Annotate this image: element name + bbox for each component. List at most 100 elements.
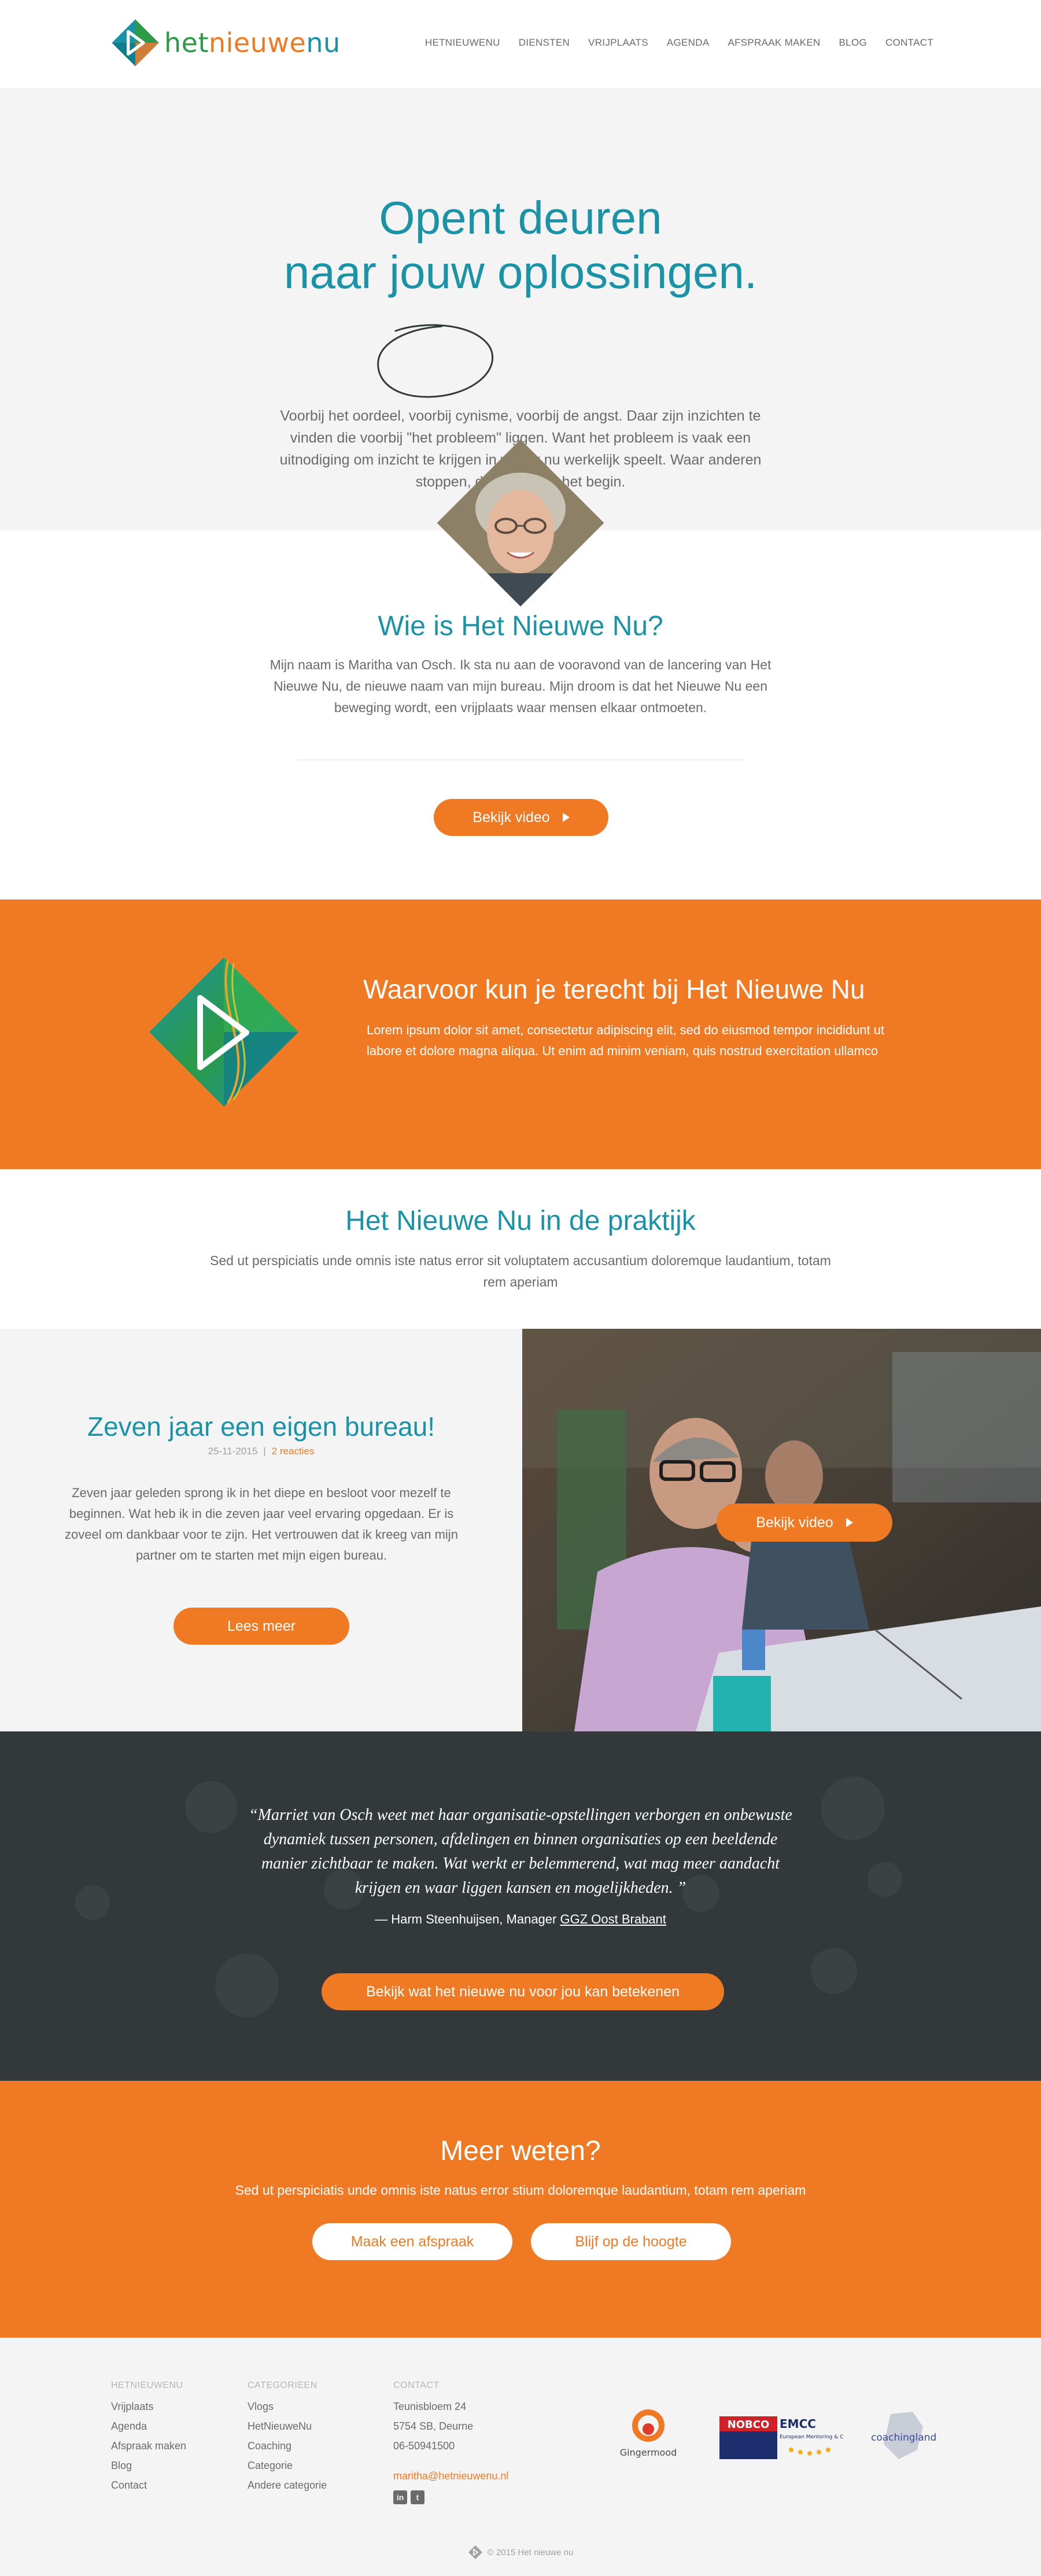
- coachingland-label: coachingland: [871, 2432, 936, 2444]
- site-footer: HETNIEUWENU Vrijplaats Agenda Afspraak m…: [0, 2338, 1041, 2576]
- bekijk-wat-button[interactable]: Bekijk wat het nieuwe nu voor jou kan be…: [322, 1973, 724, 2010]
- footer-link-blog[interactable]: Blog: [111, 2456, 186, 2475]
- bekijk-video-button[interactable]: Bekijk video: [434, 799, 608, 836]
- footer-logo-icon: [468, 2545, 482, 2559]
- praktijk-text: Sed ut perspiciatis unde omnis iste natu…: [210, 1253, 831, 1289]
- play-icon: [562, 813, 570, 822]
- bekijk-video-label: Bekijk video: [472, 809, 550, 826]
- waarvoor-title: Waarvoor kun je terecht bij Het Nieuwe N…: [363, 974, 865, 1004]
- copyright: © 2015 Het nieuwe nu: [0, 2545, 1041, 2560]
- partner-gingermood[interactable]: Gingermood: [617, 2406, 680, 2464]
- footer-link-andere-categorie[interactable]: Andere categorie: [248, 2475, 327, 2495]
- footer-col-heading: HETNIEUWENU: [111, 2380, 183, 2390]
- brand-diamond-icon: [149, 957, 298, 1107]
- emcc-logo-icon: EMCC European Mentoring & Coaching Counc…: [780, 2417, 885, 2456]
- play-icon: [846, 1518, 853, 1527]
- blog-post-section: Zeven jaar een eigen bureau! 25-11-2015 |…: [0, 1329, 1041, 1731]
- footer-phone: 06-50941500: [393, 2440, 455, 2452]
- nav-afspraak-maken[interactable]: AFSPRAAK MAKEN: [728, 37, 820, 49]
- partner-emcc[interactable]: EMCC European Mentoring & Coaching Counc…: [780, 2415, 885, 2464]
- client-logo-ghost-icon: [821, 1777, 885, 1840]
- post-meta-separator: |: [263, 1446, 266, 1457]
- testimonial-section: “Marriet van Osch weet met haar organisa…: [0, 1731, 1041, 2081]
- nav-blog[interactable]: BLOG: [839, 37, 867, 49]
- post-reactions-link[interactable]: 2 reacties: [272, 1446, 315, 1457]
- hero-title-jouw: jouw: [389, 246, 485, 298]
- footer-link-contact[interactable]: Contact: [111, 2475, 186, 2495]
- photo-bekijk-video-label: Bekijk video: [756, 1514, 833, 1531]
- footer-col-hetnieuwenu: HETNIEUWENU Vrijplaats Agenda Afspraak m…: [111, 2380, 186, 2495]
- logo-text-nu: nu: [306, 27, 341, 58]
- footer-col-heading: CONTACT: [393, 2380, 440, 2390]
- meer-weten-title: Meer weten?: [440, 2136, 601, 2166]
- maak-een-afspraak-button[interactable]: Maak een afspraak: [312, 2223, 512, 2260]
- client-logo-ghost-icon: [811, 1948, 857, 1994]
- praktijk-section: Het Nieuwe Nu in de praktijk Sed ut pers…: [0, 1169, 1041, 1329]
- praktijk-title: Het Nieuwe Nu in de praktijk: [345, 1206, 696, 1236]
- quote-author: — Harm Steenhuijsen, Manager GGZ Oost Br…: [0, 1912, 1041, 1927]
- footer-link-categorie[interactable]: Categorie: [248, 2456, 327, 2475]
- main-nav: HETNIEUWENU DIENSTEN VRIJPLAATS AGENDA A…: [407, 37, 933, 49]
- emcc-sub-label: European Mentoring & Coaching Council: [780, 2434, 843, 2440]
- gingermood-logo-icon: Gingermood: [620, 2409, 677, 2458]
- gingermood-label: Gingermood: [620, 2447, 677, 2458]
- nav-vrijplaats[interactable]: VRIJPLAATS: [588, 37, 648, 49]
- footer-link-coaching[interactable]: Coaching: [248, 2436, 327, 2456]
- footer-link-afspraak-maken[interactable]: Afspraak maken: [111, 2436, 186, 2456]
- post-content: Zeven jaar een eigen bureau! 25-11-2015 |…: [0, 1329, 522, 1731]
- footer-col-categorieen: CATEGORIEEN Vlogs HetNieuweNu Coaching C…: [248, 2380, 327, 2495]
- hero-title-end: oplossingen.: [497, 246, 758, 298]
- photo-bekijk-video-button[interactable]: Bekijk video: [717, 1503, 892, 1542]
- hero-title-naar: naar: [283, 246, 376, 298]
- meer-weten-text: Sed ut perspiciatis unde omnis iste natu…: [235, 2183, 806, 2198]
- hand-drawn-circle-icon: [377, 324, 494, 398]
- hero-title-line1: Opent deuren: [379, 192, 662, 244]
- footer-col-heading: CATEGORIEEN: [248, 2380, 318, 2390]
- who-section: Wie is Het Nieuwe Nu? Mijn naam is Marit…: [0, 439, 1041, 900]
- logo-text-nieuwe: nieuwe: [209, 27, 307, 58]
- footer-link-hetnieuwenu[interactable]: HetNieuweNu: [248, 2416, 327, 2436]
- nav-agenda[interactable]: AGENDA: [667, 37, 710, 49]
- hero-title: Opent deuren naar jouw oplossingen.: [0, 191, 1041, 300]
- who-title: Wie is Het Nieuwe Nu?: [378, 611, 663, 642]
- post-meta: 25-11-2015 | 2 reacties: [0, 1446, 522, 1457]
- logo-mark-icon: [112, 19, 159, 67]
- coachingland-logo-icon: coachingland: [871, 2412, 936, 2459]
- emcc-label: EMCC: [780, 2417, 816, 2431]
- copyright-text: © 2015 Het nieuwe nu: [487, 2547, 574, 2557]
- footer-address-city: 5754 SB, Deurne: [393, 2420, 474, 2432]
- nobco-logo-icon: NOBCO: [719, 2416, 777, 2459]
- footer-col-contact: CONTACT Teunisbloem 24 5754 SB, Deurne 0…: [393, 2380, 508, 2504]
- partner-nobco[interactable]: NOBCO: [719, 2416, 777, 2462]
- footer-email-link[interactable]: maritha@hetnieuwenu.nl: [393, 2466, 508, 2486]
- twitter-icon[interactable]: t: [411, 2490, 424, 2504]
- footer-link-vlogs[interactable]: Vlogs: [248, 2397, 327, 2416]
- meer-weten-section: Meer weten? Sed ut perspiciatis unde omn…: [0, 2081, 1041, 2338]
- nav-diensten[interactable]: DIENSTEN: [519, 37, 570, 49]
- who-text: Mijn naam is Maritha van Osch. Ik sta nu…: [270, 657, 771, 715]
- post-excerpt: Zeven jaar geleden sprong ik in het diep…: [65, 1486, 458, 1562]
- partner-coachingland[interactable]: coachingland: [868, 2409, 943, 2464]
- waarvoor-section: Waarvoor kun je terecht bij Het Nieuwe N…: [0, 900, 1041, 1169]
- footer-social: in t: [393, 2490, 508, 2504]
- footer-spacer: [393, 2456, 508, 2466]
- footer-link-agenda[interactable]: Agenda: [111, 2416, 186, 2436]
- quote-author-org-link[interactable]: GGZ Oost Brabant: [560, 1912, 666, 1926]
- nobco-label: NOBCO: [728, 2419, 770, 2431]
- logo-text: hetnieuwenu: [164, 27, 341, 58]
- logo-text-het: het: [164, 27, 209, 58]
- client-logo-ghost-icon: [215, 1954, 279, 2017]
- post-photo: Bekijk video: [522, 1329, 1041, 1731]
- linkedin-icon[interactable]: in: [393, 2490, 407, 2504]
- footer-link-vrijplaats[interactable]: Vrijplaats: [111, 2397, 186, 2416]
- footer-address-street: Teunisbloem 24: [393, 2401, 467, 2412]
- post-title[interactable]: Zeven jaar een eigen bureau!: [0, 1411, 522, 1442]
- waarvoor-text: Lorem ipsum dolor sit amet, consectetur …: [367, 1023, 885, 1058]
- site-header: hetnieuwenu HETNIEUWENU DIENSTEN VRIJPLA…: [0, 0, 1041, 88]
- nav-contact[interactable]: CONTACT: [885, 37, 933, 49]
- blijf-op-de-hoogte-button[interactable]: Blijf op de hoogte: [531, 2223, 731, 2260]
- nav-hetnieuwenu[interactable]: HETNIEUWENU: [425, 37, 500, 49]
- site-logo[interactable]: hetnieuwenu: [110, 17, 341, 68]
- quote-text: “Marriet van Osch weet met haar organisa…: [249, 1806, 792, 1897]
- lees-meer-button[interactable]: Lees meer: [174, 1608, 349, 1645]
